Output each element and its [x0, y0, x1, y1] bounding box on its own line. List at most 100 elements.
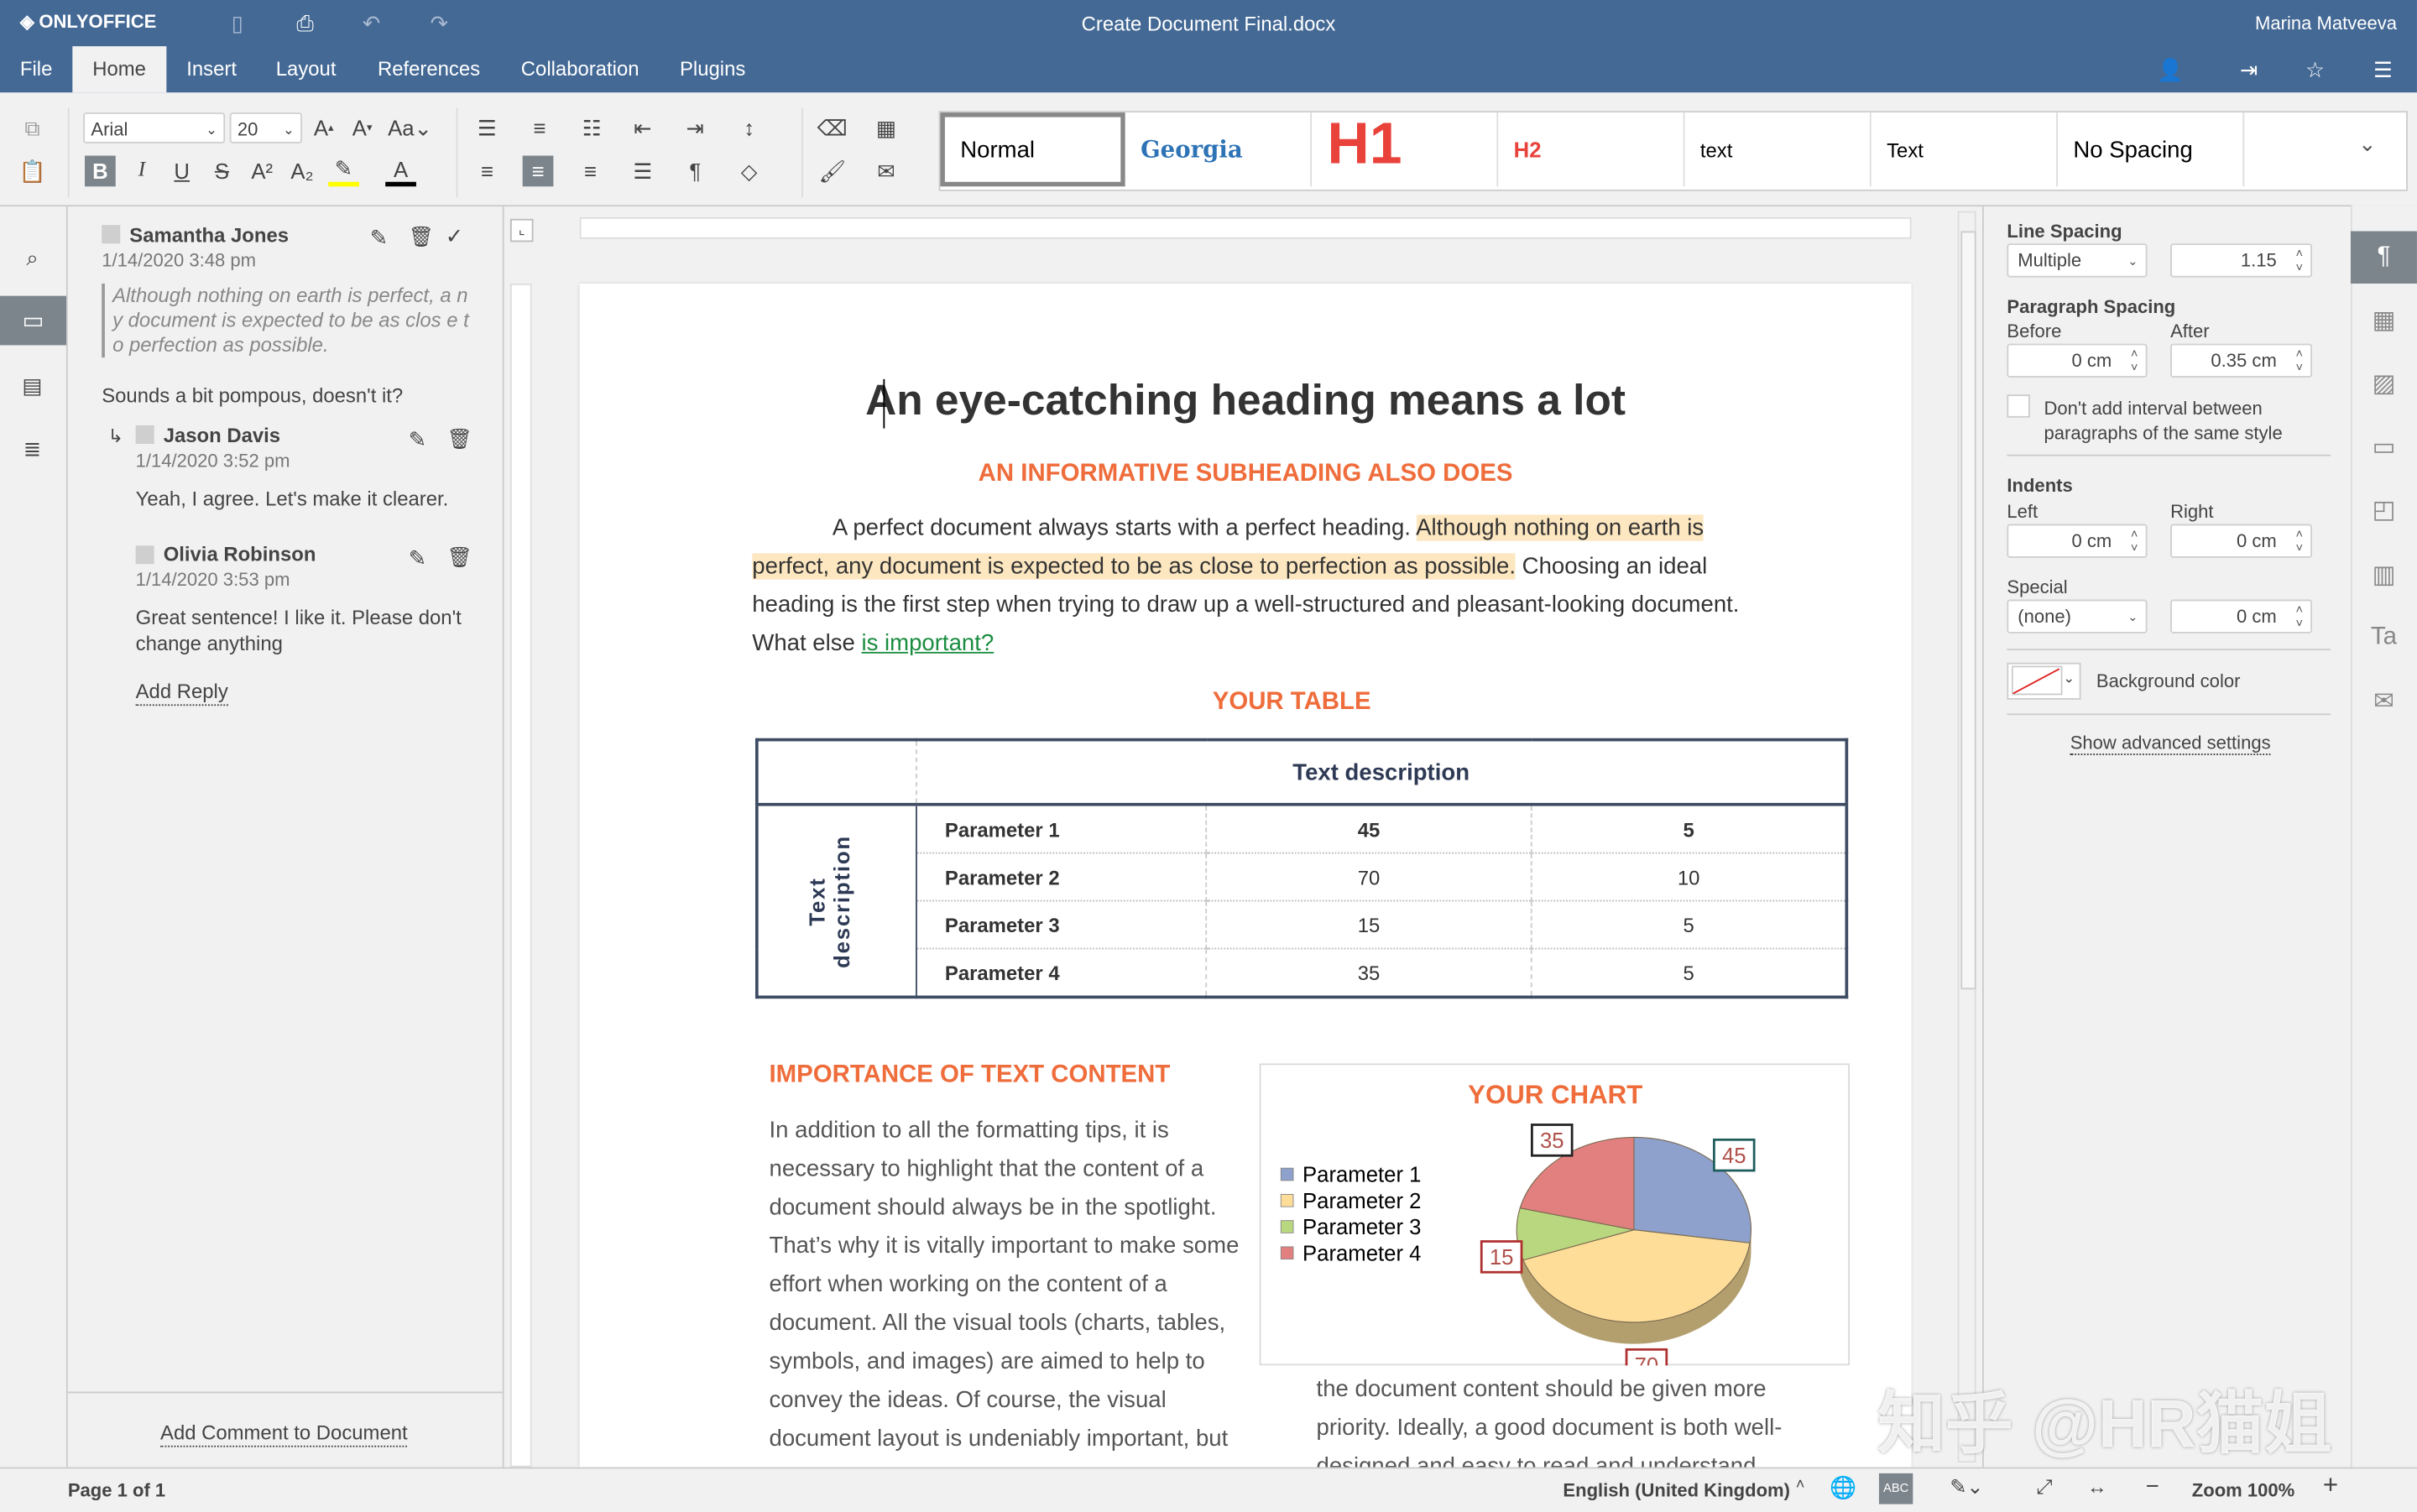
- table-settings-icon[interactable]: ▦: [2351, 295, 2417, 347]
- show-advanced-settings-link[interactable]: Show advanced settings: [2070, 732, 2271, 755]
- right-indent-input[interactable]: 0 cm ˄ ˅: [2170, 524, 2313, 558]
- underline-icon[interactable]: U: [166, 156, 197, 187]
- bold-icon[interactable]: B: [85, 155, 116, 187]
- delete-comment-icon[interactable]: 🗑: [409, 225, 434, 249]
- edit-reply-icon[interactable]: ✎: [409, 545, 427, 571]
- tab-file[interactable]: File: [0, 46, 72, 92]
- language-select[interactable]: English (United Kingdom): [1563, 1479, 1790, 1501]
- open-location-icon[interactable]: ⇥: [2233, 54, 2264, 85]
- track-changes-icon[interactable]: ✎⌄: [1950, 1475, 1983, 1499]
- tab-collaboration[interactable]: Collaboration: [501, 46, 659, 92]
- copy-style-icon[interactable]: 🖌: [817, 156, 848, 187]
- multilevel-list-icon[interactable]: ☷: [577, 112, 608, 143]
- bullets-icon[interactable]: ☰: [472, 112, 503, 143]
- text-art-icon[interactable]: Ta: [2351, 612, 2417, 664]
- menu-icon[interactable]: ☰: [2367, 54, 2399, 85]
- document-table[interactable]: Text description Text description Parame…: [754, 738, 1849, 999]
- increase-font-icon[interactable]: A ▴: [308, 112, 339, 143]
- style-text-lower[interactable]: text: [1684, 112, 1871, 187]
- shading-icon[interactable]: ◇: [733, 156, 765, 187]
- vertical-ruler[interactable]: [509, 283, 532, 1468]
- paragraph-marks-icon[interactable]: ¶: [680, 156, 711, 187]
- align-left-icon[interactable]: ≡: [472, 156, 503, 187]
- font-color-icon[interactable]: A: [385, 156, 416, 187]
- navigation-icon[interactable]: ≣: [17, 433, 48, 464]
- copy-icon[interactable]: ⧉: [17, 112, 48, 143]
- document-page[interactable]: An eye-catching heading means a lot AN I…: [579, 283, 1912, 1468]
- tab-plugins[interactable]: Plugins: [660, 46, 765, 92]
- tab-references[interactable]: References: [358, 46, 500, 92]
- language-caret-icon[interactable]: ˄: [1796, 1477, 1805, 1494]
- style-text[interactable]: Text: [1871, 112, 2058, 187]
- style-normal[interactable]: Normal: [940, 112, 1125, 187]
- font-size-select[interactable]: 20 ⌄: [229, 112, 302, 143]
- edit-reply-icon[interactable]: ✎: [409, 427, 427, 453]
- tab-layout[interactable]: Layout: [256, 46, 356, 92]
- mail-merge-icon[interactable]: ✉: [871, 156, 902, 187]
- add-reply-link[interactable]: Add Reply: [135, 678, 228, 706]
- scrollbar-thumb[interactable]: [1960, 231, 1976, 990]
- mail-merge-settings-icon[interactable]: ✉: [2351, 675, 2417, 727]
- tab-stop-selector[interactable]: ⌞: [509, 218, 534, 242]
- tab-insert[interactable]: Insert: [166, 46, 256, 92]
- special-indent-input[interactable]: 0 cm ˄ ˅: [2170, 599, 2313, 633]
- dont-add-interval-checkbox[interactable]: [2007, 394, 2030, 418]
- increase-indent-icon[interactable]: ⇥: [680, 112, 711, 143]
- add-comment-button[interactable]: Add Comment to Document: [160, 1420, 408, 1447]
- highlight-icon[interactable]: ✎: [328, 156, 359, 187]
- comments-icon[interactable]: ▭: [0, 295, 66, 346]
- chat-icon[interactable]: ▤: [17, 370, 48, 401]
- style-h2[interactable]: H2: [1498, 112, 1685, 187]
- spacing-before-input[interactable]: 0 cm ˄ ˅: [2007, 343, 2148, 378]
- style-georgia[interactable]: Georgia: [1125, 112, 1313, 187]
- style-no-spacing[interactable]: No Spacing: [2057, 112, 2245, 187]
- numbering-icon[interactable]: ≡: [524, 112, 555, 143]
- paste-icon[interactable]: 📋: [17, 156, 48, 187]
- tab-home[interactable]: Home: [72, 46, 166, 93]
- fit-page-icon[interactable]: ⤢: [2036, 1475, 2052, 1499]
- delete-reply-icon[interactable]: 🗑: [447, 545, 472, 570]
- zoom-in-icon[interactable]: +: [2323, 1470, 2338, 1501]
- vertical-scrollbar[interactable]: [1957, 211, 1976, 1463]
- link-text[interactable]: is important?: [861, 630, 994, 656]
- superscript-icon[interactable]: A²: [247, 156, 278, 187]
- favorite-star-icon[interactable]: ☆: [2300, 54, 2331, 85]
- shape-settings-icon[interactable]: ◰: [2351, 484, 2417, 536]
- horizontal-ruler[interactable]: [579, 216, 1912, 239]
- line-spacing-type-select[interactable]: Multiple ⌄: [2007, 243, 2148, 278]
- subscript-icon[interactable]: A₂: [287, 156, 318, 187]
- resolve-check-icon[interactable]: ✓: [446, 223, 464, 249]
- decrease-font-icon[interactable]: A ▾: [347, 112, 378, 143]
- line-spacing-value-input[interactable]: 1.15 ˄ ˅: [2170, 243, 2313, 278]
- align-center-icon[interactable]: ≡: [522, 155, 554, 187]
- justify-icon[interactable]: ☰: [628, 156, 659, 187]
- pie-chart[interactable]: YOUR CHART Parameter 1 Parameter 2 Paramet…: [1259, 1063, 1851, 1366]
- change-case-icon[interactable]: Aa⌄: [388, 112, 432, 143]
- search-icon[interactable]: ⌕: [17, 242, 48, 273]
- chart-settings-icon[interactable]: ▥: [2351, 549, 2417, 601]
- header-footer-icon[interactable]: ▭: [2351, 420, 2417, 472]
- delete-reply-icon[interactable]: 🗑: [447, 427, 472, 451]
- clear-style-icon[interactable]: ⌫: [817, 112, 848, 143]
- spacing-after-input[interactable]: 0.35 cm ˄ ˅: [2170, 343, 2313, 378]
- image-settings-icon[interactable]: ▨: [2351, 357, 2417, 409]
- background-color-picker[interactable]: ⌄: [2007, 662, 2081, 700]
- color-scheme-icon[interactable]: ▦: [871, 112, 902, 143]
- font-name-select[interactable]: Arial ⌄: [83, 112, 226, 143]
- share-user-icon[interactable]: 👤: [2155, 54, 2186, 85]
- zoom-out-icon[interactable]: −: [2146, 1473, 2159, 1499]
- spellcheck-icon[interactable]: ABC: [1878, 1473, 1913, 1504]
- fit-width-icon[interactable]: ↔: [2087, 1475, 2107, 1499]
- decrease-indent-icon[interactable]: ⇤: [628, 112, 659, 143]
- globe-icon[interactable]: 🌐: [1830, 1475, 1856, 1501]
- special-indent-select[interactable]: (none) ⌄: [2007, 599, 2148, 633]
- paragraph-settings-icon[interactable]: ¶: [2350, 231, 2417, 284]
- edit-comment-icon[interactable]: ✎: [370, 225, 389, 251]
- line-spacing-icon[interactable]: ↕: [733, 112, 765, 143]
- align-right-icon[interactable]: ≡: [575, 156, 606, 187]
- left-indent-input[interactable]: 0 cm ˄ ˅: [2007, 524, 2148, 558]
- user-name[interactable]: Marina Matveeva: [2255, 13, 2397, 34]
- strikethrough-icon[interactable]: S: [206, 156, 238, 187]
- italic-icon[interactable]: I: [127, 156, 158, 187]
- styles-expand-icon[interactable]: ⌄: [2358, 131, 2377, 157]
